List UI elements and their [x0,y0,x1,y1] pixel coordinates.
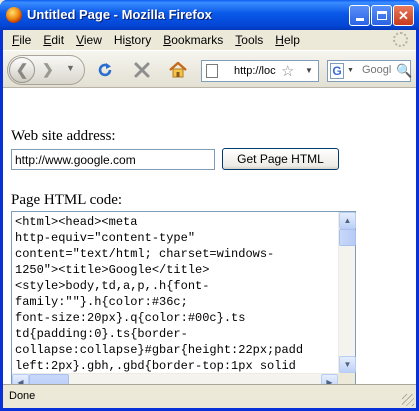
menu-bookmarks[interactable]: Bookmarks [157,33,229,47]
reload-button[interactable] [94,59,116,81]
stop-icon [134,62,150,78]
menu-history[interactable]: History [108,33,157,47]
search-bar: G ▼ 🔍 [327,60,412,82]
resize-grip-icon[interactable] [402,394,414,406]
navigation-toolbar: ❮ ❯ ▼ http://loc ☆ ▼ G ▼ Googl 🔍 [3,50,416,88]
maximize-icon [376,11,387,20]
chevron-down-icon: ▼ [347,67,354,74]
menu-bar: File Edit View History Bookmarks Tools H… [3,30,416,50]
search-engine-dropdown[interactable]: ▼ [347,67,354,74]
title-bar[interactable]: Untitled Page - Mozilla Firefox ✕ [0,0,419,30]
menu-view[interactable]: View [70,33,108,47]
window-title: Untitled Page - Mozilla Firefox [27,7,212,22]
chevron-down-icon: ▼ [66,63,75,73]
html-code-textarea[interactable]: <html><head><meta http-equiv="content-ty… [11,211,356,391]
back-button[interactable]: ❮ [9,57,35,83]
browser-window: Untitled Page - Mozilla Firefox ✕ File E… [0,0,419,411]
back-arrow-icon: ❮ [15,62,29,79]
forward-button[interactable]: ❯ [42,61,54,78]
status-text: Done [9,390,36,402]
home-button[interactable] [167,59,189,81]
address-label: Web site address: [11,128,116,144]
back-forward-group: ❮ ❯ ▼ [7,55,85,85]
url-text: http://loc [234,65,276,77]
search-input[interactable] [362,64,394,76]
client-area: File Edit View History Bookmarks Tools H… [3,30,416,408]
chevron-down-icon: ▼ [343,360,352,369]
code-label: Page HTML code: [11,192,123,208]
menu-help[interactable]: Help [269,33,306,47]
menu-tools[interactable]: Tools [229,33,269,47]
minimize-button[interactable] [349,5,370,26]
page-icon [206,64,218,78]
reload-icon [98,63,112,77]
minimize-icon [355,18,364,21]
search-icon[interactable]: 🔍 [396,63,412,79]
history-dropdown-button[interactable]: ▼ [66,63,75,73]
vertical-scroll-thumb[interactable] [339,229,356,246]
scroll-up-button[interactable]: ▲ [339,212,356,229]
page-content: Web site address: Get Page HTML Page HTM… [3,88,416,391]
address-bar[interactable]: http://loc ☆ ▼ [201,60,319,82]
status-bar: Done [3,384,416,408]
bookmark-star-icon[interactable]: ☆ [281,62,294,80]
menu-edit[interactable]: Edit [37,33,70,47]
url-dropdown-button[interactable]: ▼ [305,66,313,75]
close-button[interactable]: ✕ [393,5,414,26]
close-icon: ✕ [398,8,409,23]
throbber-icon [393,32,408,47]
chevron-up-icon: ▲ [343,216,352,225]
stop-button[interactable] [131,59,153,81]
google-engine-icon[interactable]: G [330,63,344,79]
home-icon [169,61,187,78]
forward-arrow-icon: ❯ [42,61,54,77]
menu-file[interactable]: File [6,33,37,47]
firefox-icon [6,7,22,23]
address-input[interactable] [11,149,215,170]
maximize-button[interactable] [371,5,392,26]
get-page-html-button[interactable]: Get Page HTML [222,148,339,170]
html-code-text[interactable]: <html><head><meta http-equiv="content-ty… [15,214,337,372]
chevron-down-icon: ▼ [305,66,313,75]
scroll-down-button[interactable]: ▼ [339,356,356,373]
vertical-scrollbar[interactable]: ▲ ▼ [338,212,356,373]
